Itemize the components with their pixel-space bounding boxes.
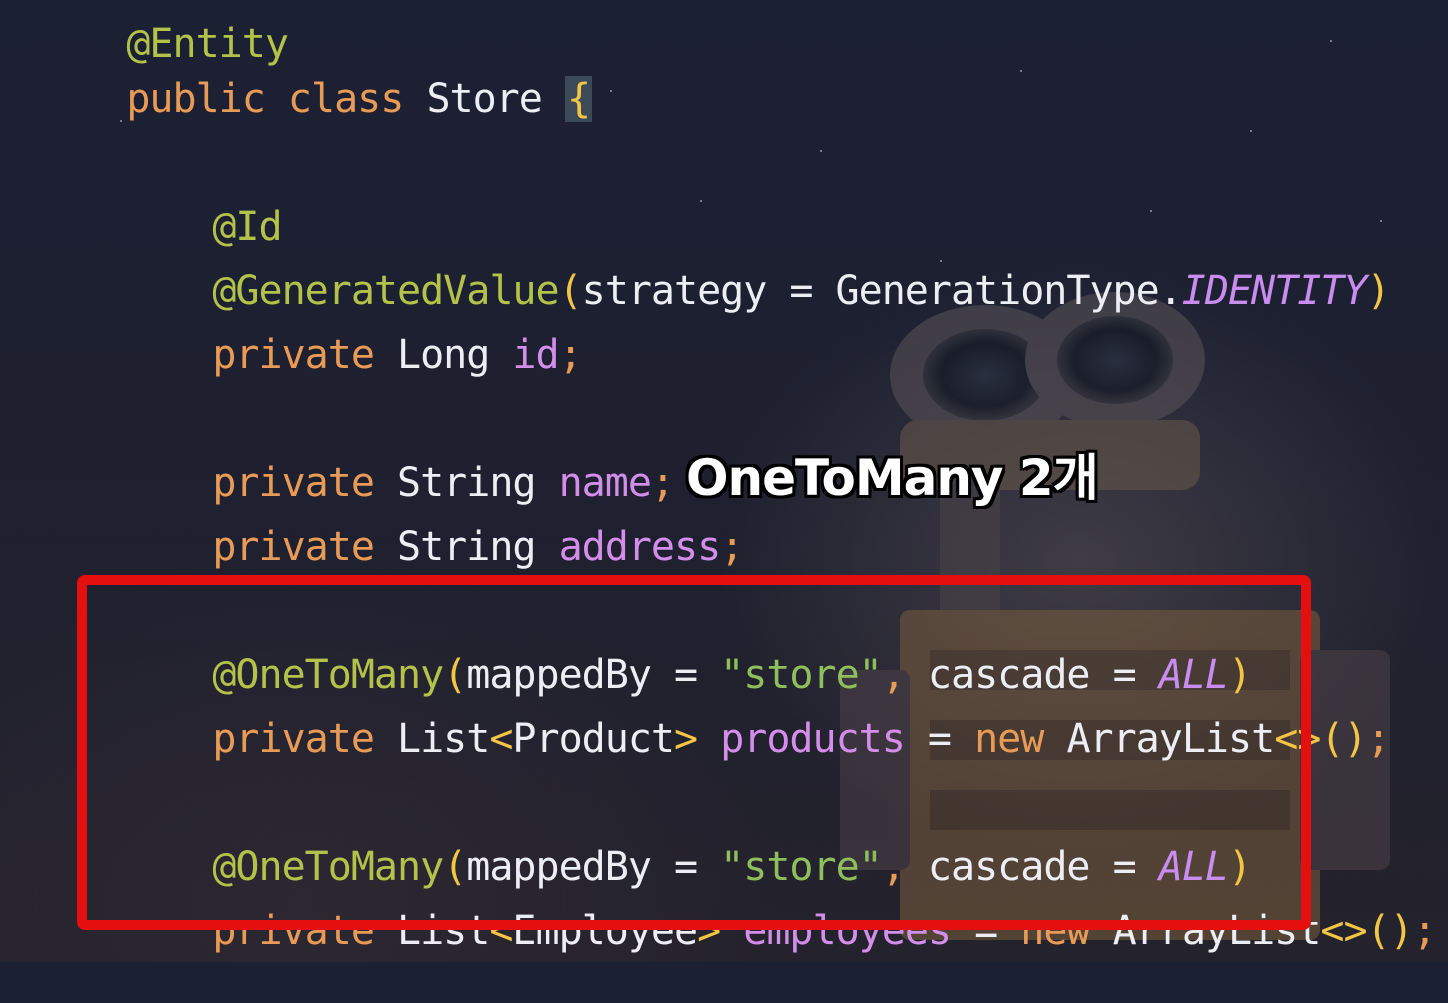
type-long: Long <box>397 332 490 378</box>
highlight-box-one-to-many <box>77 575 1311 930</box>
code-line-generated-value: @GeneratedValue(strategy = GenerationTyp… <box>120 219 1390 314</box>
code-line-entity-annotation: @Entity <box>34 0 289 67</box>
code-line-name-field: private String name; <box>120 411 675 506</box>
class-name: Store <box>426 76 542 122</box>
field-id: id <box>512 332 559 378</box>
semicolon: ; <box>558 332 583 378</box>
semicolon: ; <box>720 524 744 570</box>
keyword-public: public <box>126 76 265 122</box>
type-string: String <box>397 524 536 570</box>
field-address: address <box>558 524 722 570</box>
constant-identity: IDENTITY <box>1181 268 1368 314</box>
code-line-class-declaration: public class Store { <box>34 27 593 122</box>
semicolon: ; <box>1412 908 1437 954</box>
keyword-class: class <box>287 76 404 122</box>
code-line-id-field: private Long id; <box>120 283 582 378</box>
annotation-caption: OneToMany 2개 <box>686 449 1099 507</box>
paren-close: ) <box>1366 268 1390 314</box>
generated-value-args: strategy = GenerationType. <box>581 268 1183 314</box>
keyword-private: private <box>212 524 375 570</box>
open-brace-highlighted: { <box>564 76 593 122</box>
diamond-operator: <> <box>1320 908 1367 954</box>
code-line-address-field: private String address; <box>120 475 744 570</box>
call-parens: () <box>1320 716 1367 762</box>
call-parens: () <box>1366 908 1414 954</box>
keyword-private: private <box>212 332 375 378</box>
semicolon: ; <box>1366 716 1391 762</box>
code-line-id-annotation: @Id <box>120 155 282 250</box>
